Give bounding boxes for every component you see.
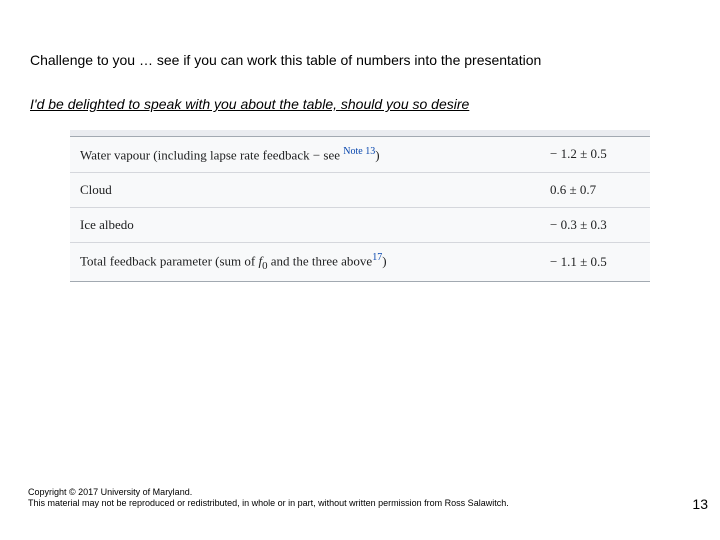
- table-cell-label: Ice albedo: [70, 207, 540, 242]
- copyright-line-2: This material may not be reproduced or r…: [28, 498, 509, 510]
- table-row: Total feedback parameter (sum of f0 and …: [70, 242, 650, 281]
- slide: Challenge to you … see if you can work t…: [0, 0, 720, 540]
- note-link[interactable]: 17: [372, 252, 382, 263]
- copyright-block: Copyright © 2017 University of Maryland.…: [28, 487, 509, 510]
- feedback-table: Water vapour (including lapse rate feedb…: [70, 130, 650, 282]
- copyright-line-1: Copyright © 2017 University of Maryland.: [28, 487, 509, 499]
- label-text: Total feedback parameter (sum of: [80, 253, 258, 268]
- table-cell-value: − 0.3 ± 0.3: [540, 207, 650, 242]
- table-row: Cloud 0.6 ± 0.7: [70, 172, 650, 207]
- table-cell-label: Total feedback parameter (sum of f0 and …: [70, 242, 540, 281]
- feedback-table-wrap: Water vapour (including lapse rate feedb…: [70, 130, 650, 282]
- table-cell-label: Cloud: [70, 172, 540, 207]
- slide-subheading: I'd be delighted to speak with you about…: [30, 96, 469, 112]
- note-link[interactable]: Note 13: [343, 146, 375, 157]
- table-cell-value: − 1.2 ± 0.5: [540, 136, 650, 172]
- slide-heading: Challenge to you … see if you can work t…: [30, 52, 541, 68]
- label-text-post: ): [382, 253, 386, 268]
- label-text-post: ): [375, 147, 379, 162]
- table-cell-value: − 1.1 ± 0.5: [540, 242, 650, 281]
- table-row: Water vapour (including lapse rate feedb…: [70, 136, 650, 172]
- label-text-mid: and the three above: [268, 253, 373, 268]
- table-cell-value: 0.6 ± 0.7: [540, 172, 650, 207]
- page-number: 13: [692, 496, 708, 512]
- table-cell-label: Water vapour (including lapse rate feedb…: [70, 136, 540, 172]
- label-text: Water vapour (including lapse rate feedb…: [80, 147, 343, 162]
- table-row: Ice albedo − 0.3 ± 0.3: [70, 207, 650, 242]
